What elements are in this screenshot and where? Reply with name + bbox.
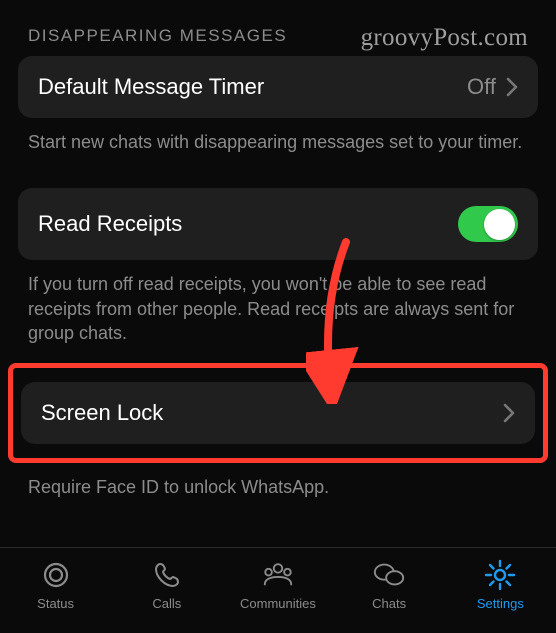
tab-label: Settings bbox=[477, 596, 524, 611]
row-right: Off bbox=[467, 74, 518, 100]
section-footer-disappearing: Start new chats with disappearing messag… bbox=[18, 118, 538, 154]
tab-settings[interactable]: Settings bbox=[450, 558, 550, 611]
row-label: Read Receipts bbox=[38, 211, 182, 237]
tab-bar: Status Calls Communities Chats bbox=[0, 547, 556, 633]
watermark-text: groovyPost.com bbox=[361, 24, 528, 52]
row-label: Default Message Timer bbox=[38, 74, 264, 100]
tab-status[interactable]: Status bbox=[6, 558, 106, 611]
toggle-read-receipts[interactable] bbox=[458, 206, 518, 242]
row-label: Screen Lock bbox=[41, 400, 163, 426]
status-icon bbox=[39, 558, 73, 592]
chevron-right-icon bbox=[506, 77, 518, 97]
row-right bbox=[503, 403, 515, 423]
toggle-knob bbox=[484, 209, 515, 240]
tab-label: Status bbox=[37, 596, 74, 611]
highlight-annotation: Screen Lock bbox=[8, 363, 548, 463]
gear-icon bbox=[483, 558, 517, 592]
row-read-receipts: Read Receipts bbox=[18, 188, 538, 260]
chats-icon bbox=[372, 558, 406, 592]
tab-communities[interactable]: Communities bbox=[228, 558, 328, 611]
tab-label: Chats bbox=[372, 596, 406, 611]
tab-calls[interactable]: Calls bbox=[117, 558, 217, 611]
section-footer-screen-lock: Require Face ID to unlock WhatsApp. bbox=[18, 463, 538, 499]
phone-icon bbox=[150, 558, 184, 592]
tab-label: Communities bbox=[240, 596, 316, 611]
row-value: Off bbox=[467, 74, 496, 100]
communities-icon bbox=[261, 558, 295, 592]
chevron-right-icon bbox=[503, 403, 515, 423]
tab-label: Calls bbox=[152, 596, 181, 611]
section-footer-read-receipts: If you turn off read receipts, you won't… bbox=[18, 260, 538, 345]
settings-screen: DISAPPEARING MESSAGES Default Message Ti… bbox=[0, 0, 556, 499]
row-screen-lock[interactable]: Screen Lock bbox=[21, 382, 535, 444]
tab-chats[interactable]: Chats bbox=[339, 558, 439, 611]
row-default-message-timer[interactable]: Default Message Timer Off bbox=[18, 56, 538, 118]
